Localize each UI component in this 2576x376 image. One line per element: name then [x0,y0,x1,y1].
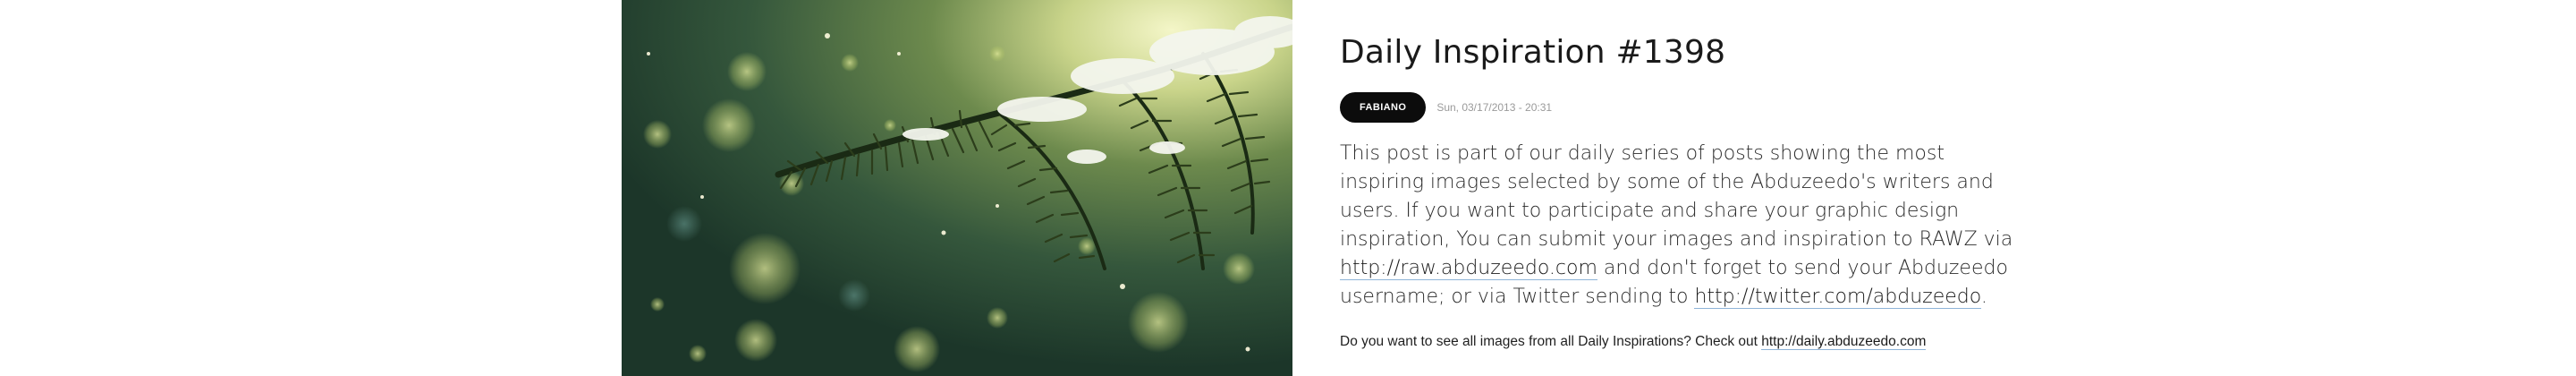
post-date: Sun, 03/17/2013 - 20:31 [1436,101,1553,114]
post-meta: FABIANO Sun, 03/17/2013 - 20:31 [1340,92,1552,123]
post-page: Daily Inspiration #1398 FABIANO Sun, 03/… [0,0,2576,376]
daily-abduzeedo-link[interactable]: http://daily.abduzeedo.com [1761,334,1927,350]
post-body-text-1: This post is part of our daily series of… [1340,142,2013,251]
post-body: This post is part of our daily series of… [1340,140,2020,312]
post-article: Daily Inspiration #1398 FABIANO Sun, 03/… [1340,0,2020,376]
post-title[interactable]: Daily Inspiration #1398 [1340,32,1725,73]
footer-text: Do you want to see all images from all D… [1340,334,1762,349]
feature-image[interactable] [622,0,1292,376]
twitter-abduzeedo-link[interactable]: http://twitter.com/abduzeedo [1694,286,1981,309]
snowy-pine-branch-photo [622,0,1292,376]
raw-abduzeedo-link[interactable]: http://raw.abduzeedo.com [1340,257,1597,280]
author-badge[interactable]: FABIANO [1340,92,1427,123]
daily-inspirations-footer: Do you want to see all images from all D… [1340,333,2055,351]
post-body-text-3: . [1980,286,1987,308]
